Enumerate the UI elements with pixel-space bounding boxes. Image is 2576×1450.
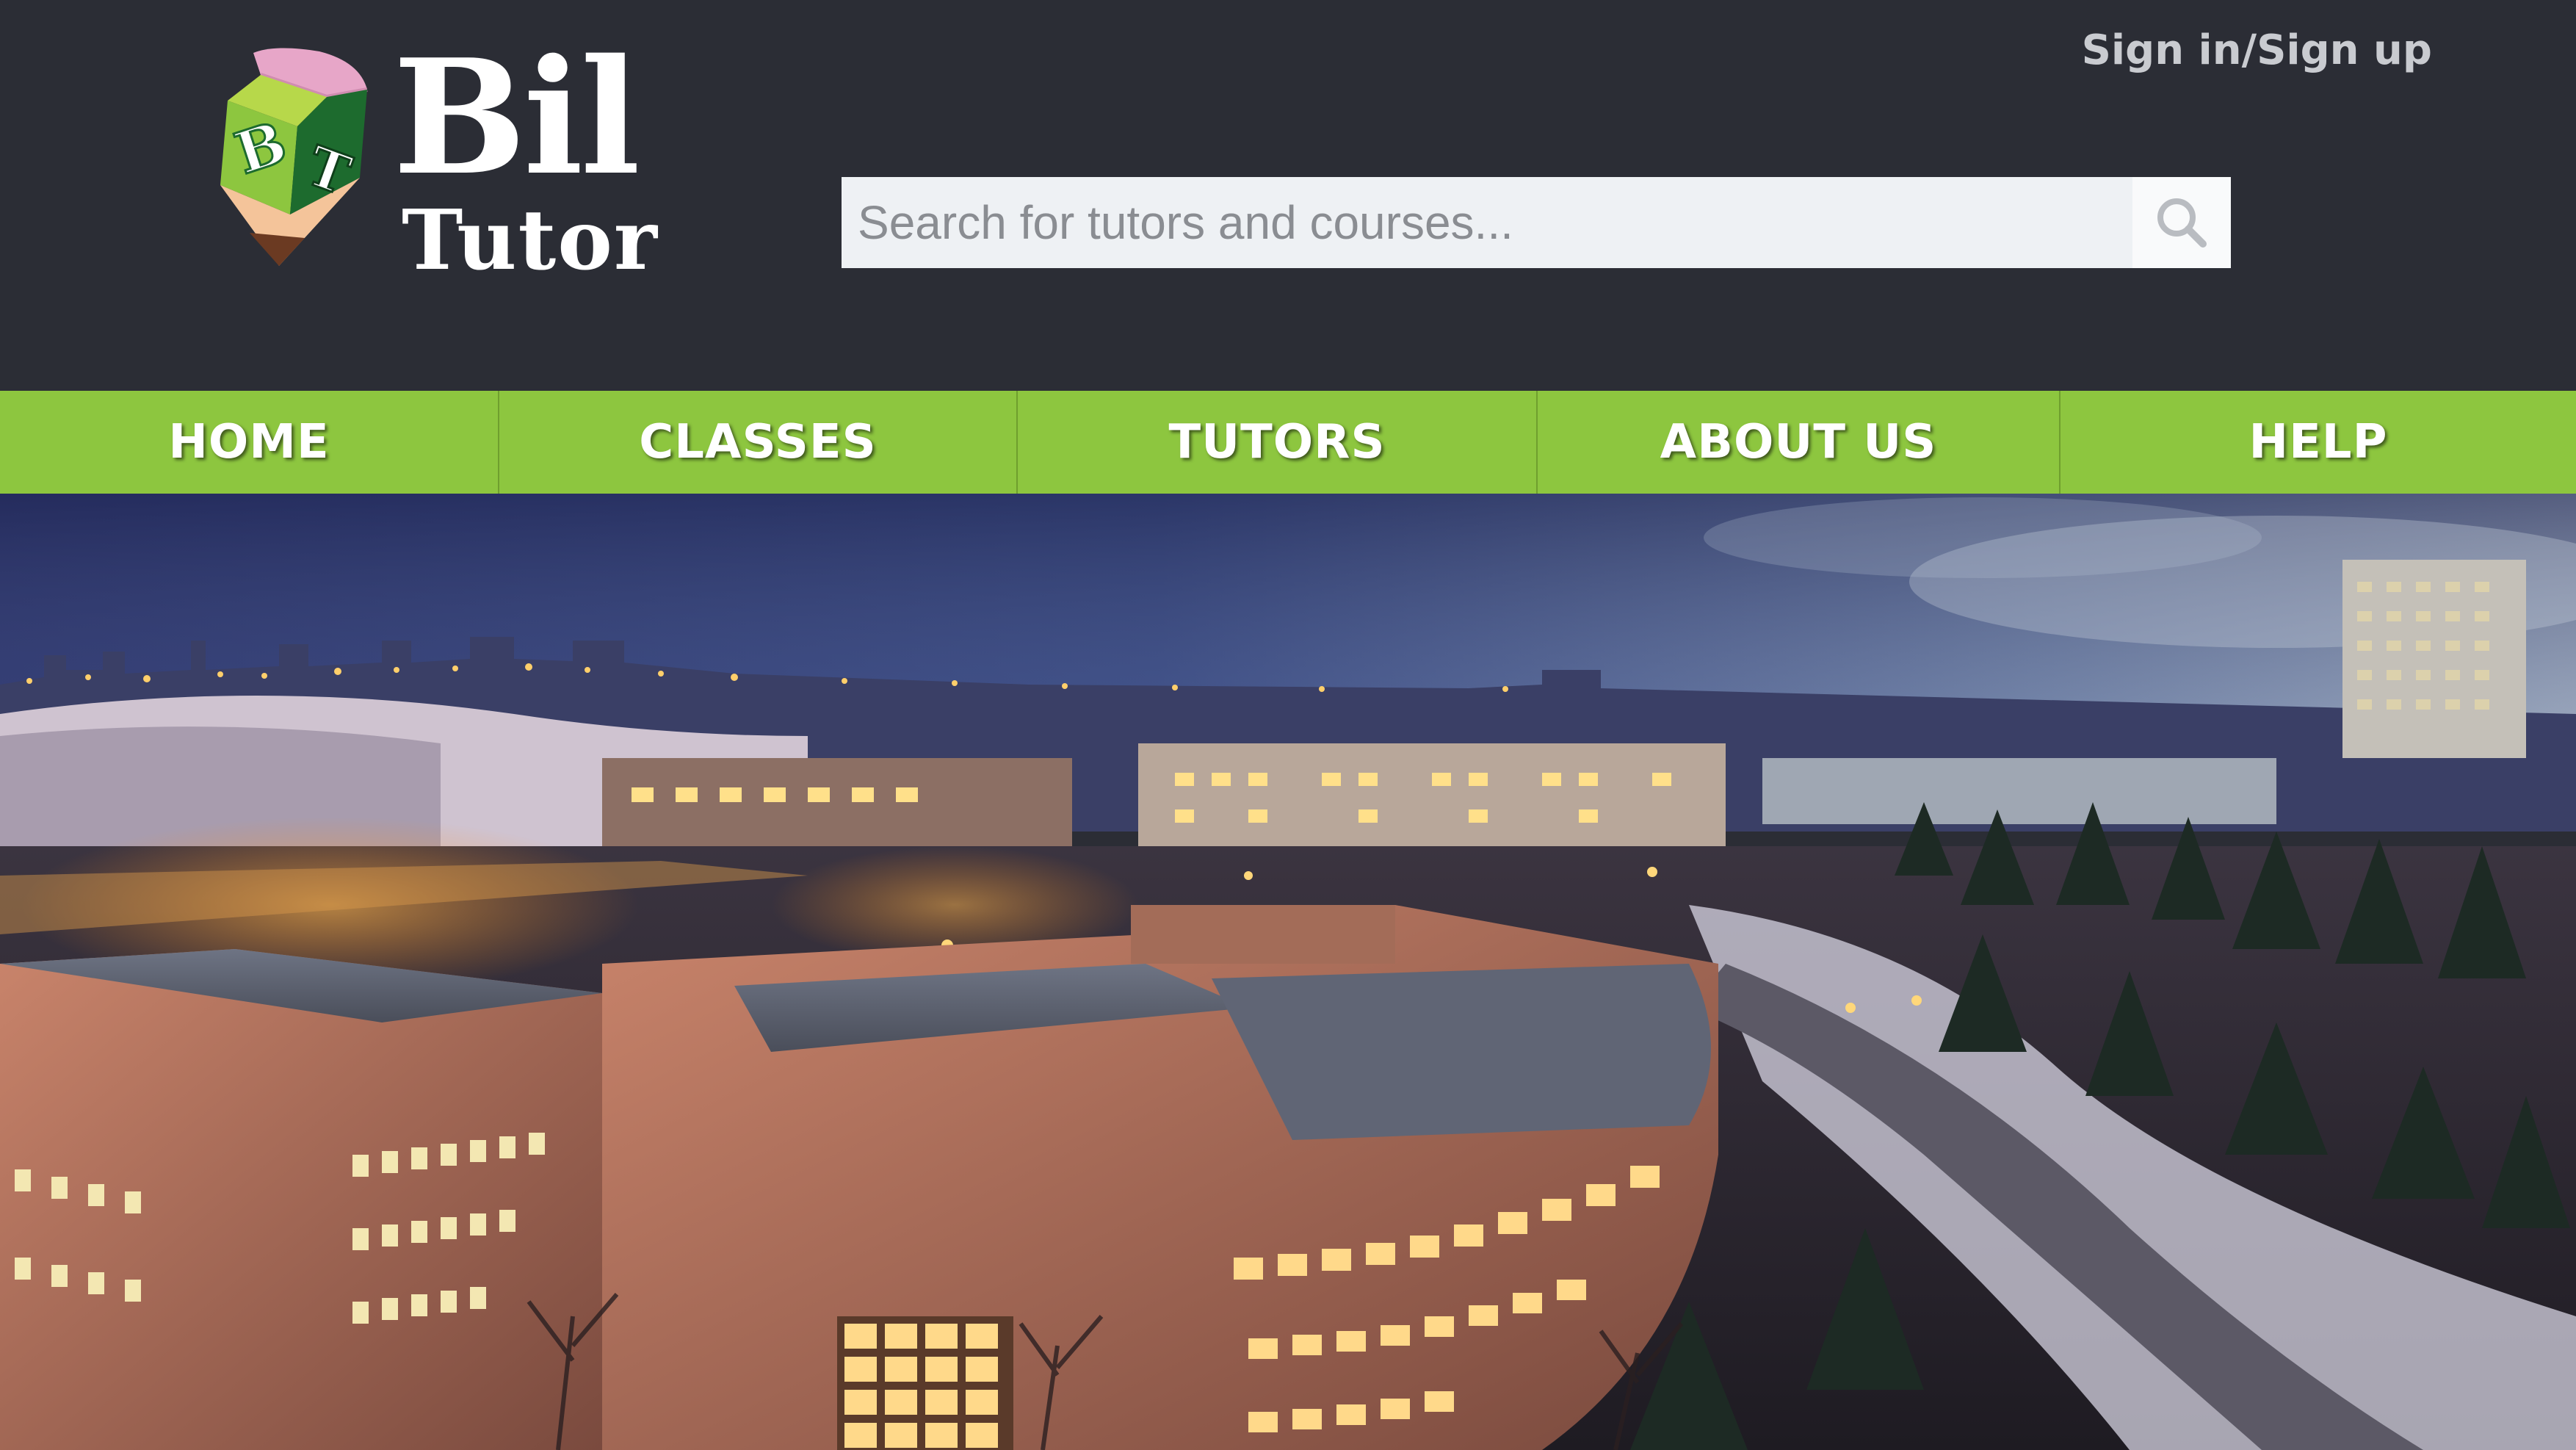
nav-item-label: TUTORS <box>1168 415 1386 469</box>
search-input[interactable] <box>842 177 2132 268</box>
main-nav: HOME CLASSES TUTORS ABOUT US HELP <box>0 391 2576 494</box>
logo[interactable]: B T Bil Tutor <box>209 38 738 289</box>
nav-item-label: HOME <box>168 415 330 469</box>
signin-signup-link[interactable]: Sign in/Sign up <box>2082 26 2432 74</box>
nav-item-help[interactable]: HELP <box>2061 391 2576 494</box>
logo-word-tutor: Tutor <box>402 192 659 289</box>
search-bar <box>842 177 2231 268</box>
nav-item-home[interactable]: HOME <box>0 391 499 494</box>
campus-night-illustration <box>0 494 2576 1450</box>
nav-item-label: HELP <box>2248 415 2388 469</box>
logo-word-bil: Bil <box>393 24 640 210</box>
nav-item-label: CLASSES <box>639 415 877 469</box>
nav-item-about-us[interactable]: ABOUT US <box>1538 391 2061 494</box>
nav-item-label: ABOUT US <box>1660 415 1937 469</box>
nav-item-classes[interactable]: CLASSES <box>499 391 1018 494</box>
page: B T Bil Tutor Sign in/Sign up HOME CLASS… <box>0 0 2576 1450</box>
hero-campus-image <box>0 494 2576 1450</box>
nav-item-tutors[interactable]: TUTORS <box>1018 391 1538 494</box>
search-button[interactable] <box>2132 177 2231 268</box>
pencil-cube-logo-icon: B T <box>220 48 368 266</box>
header: B T Bil Tutor Sign in/Sign up <box>0 0 2576 391</box>
search-icon <box>2157 198 2207 248</box>
